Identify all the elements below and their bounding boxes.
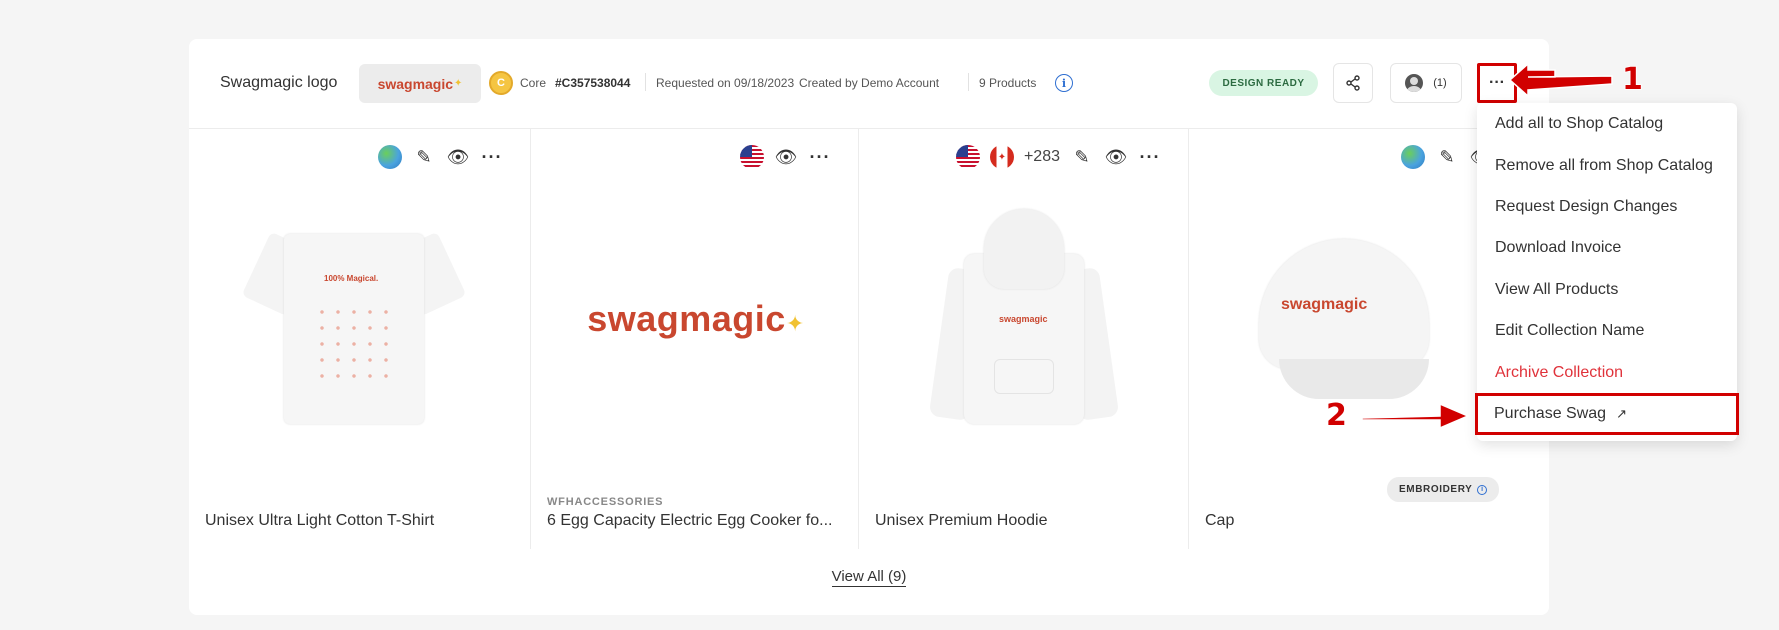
annotation-arrow-1 [1508, 62, 1613, 98]
annotation-layer [1361, 62, 1613, 430]
annotation-arrow-2 [1361, 402, 1470, 430]
page: Swagmagic logo swagmagic ✦ C Core #C35753… [0, 0, 1779, 630]
annotation-number-2: 2 [1325, 397, 1347, 434]
annotation-number-1: 1 [1621, 61, 1643, 98]
